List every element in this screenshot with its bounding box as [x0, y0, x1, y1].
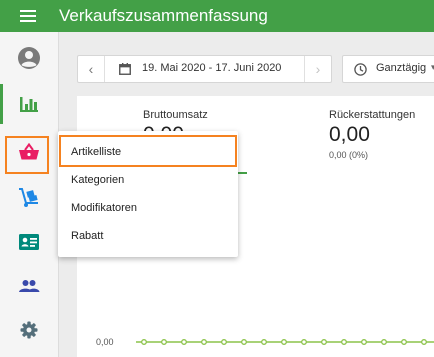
chart-point	[301, 339, 307, 345]
date-range-picker: ‹ 19. Mai 2020 - 17. Juni 2020 ›	[77, 55, 332, 83]
people-icon	[19, 280, 40, 292]
clock-icon	[354, 63, 367, 76]
chart-point	[201, 339, 207, 345]
sidebar	[0, 32, 59, 357]
sidebar-item-items-highlight	[5, 136, 49, 174]
refunds-value: 0,00	[329, 123, 370, 146]
time-range-select[interactable]: Ganztägig ▾	[342, 55, 434, 83]
menu-item-artikelliste-highlight	[59, 135, 237, 167]
id-card-icon	[19, 234, 39, 250]
app-bar: Verkaufszusammenfassung	[0, 0, 434, 32]
chart-point	[421, 339, 427, 345]
chart-point	[381, 339, 387, 345]
menu-item-label: Modifikatoren	[71, 202, 138, 214]
sidebar-item-reports[interactable]	[0, 82, 58, 126]
sidebar-item-inventory[interactable]	[0, 176, 58, 220]
menu-item-rabatt[interactable]: Rabatt	[58, 222, 238, 250]
chart-point	[401, 339, 407, 345]
time-range-label: Ganztägig	[376, 62, 427, 74]
chart-point	[281, 339, 287, 345]
chart-point	[161, 339, 167, 345]
hamburger-menu-icon[interactable]	[20, 10, 36, 22]
chart-point	[341, 339, 347, 345]
sidebar-item-account[interactable]	[0, 36, 58, 80]
menu-item-modifikatoren[interactable]: Modifikatoren	[58, 194, 238, 222]
menu-item-label: Kategorien	[71, 174, 125, 186]
chart-point	[181, 339, 187, 345]
bar-chart-icon	[20, 97, 38, 112]
chart-point	[241, 339, 247, 345]
sidebar-item-settings[interactable]	[0, 308, 58, 352]
account-circle-icon	[18, 47, 40, 69]
chart-point	[221, 339, 227, 345]
chart-point	[141, 339, 147, 345]
refunds-subvalue: 0,00 (0%)	[329, 150, 369, 160]
gross-sales-label: Bruttoumsatz	[143, 109, 208, 121]
page-title: Verkaufszusammenfassung	[59, 6, 268, 25]
menu-item-label: Rabatt	[71, 230, 104, 242]
refunds-tile[interactable]: Rückerstattungen 0,00 0,00 (0%)	[329, 96, 434, 172]
refunds-label: Rückerstattungen	[329, 109, 416, 121]
sales-line-chart	[136, 339, 434, 345]
gear-icon	[20, 321, 38, 339]
chart-point	[361, 339, 367, 345]
chart-point	[321, 339, 327, 345]
date-range-label[interactable]: 19. Mai 2020 - 17. Juni 2020	[142, 62, 281, 74]
sidebar-item-employees[interactable]	[0, 220, 58, 264]
calendar-icon	[119, 63, 131, 75]
prev-period-button[interactable]: ‹	[78, 56, 105, 82]
chart-y-tick-label: 0,00	[96, 337, 114, 347]
hand-truck-icon	[19, 188, 38, 207]
sidebar-item-customers[interactable]	[0, 264, 58, 308]
menu-item-kategorien[interactable]: Kategorien	[58, 166, 238, 194]
next-period-button[interactable]: ›	[304, 56, 331, 82]
chart-point	[261, 339, 267, 345]
